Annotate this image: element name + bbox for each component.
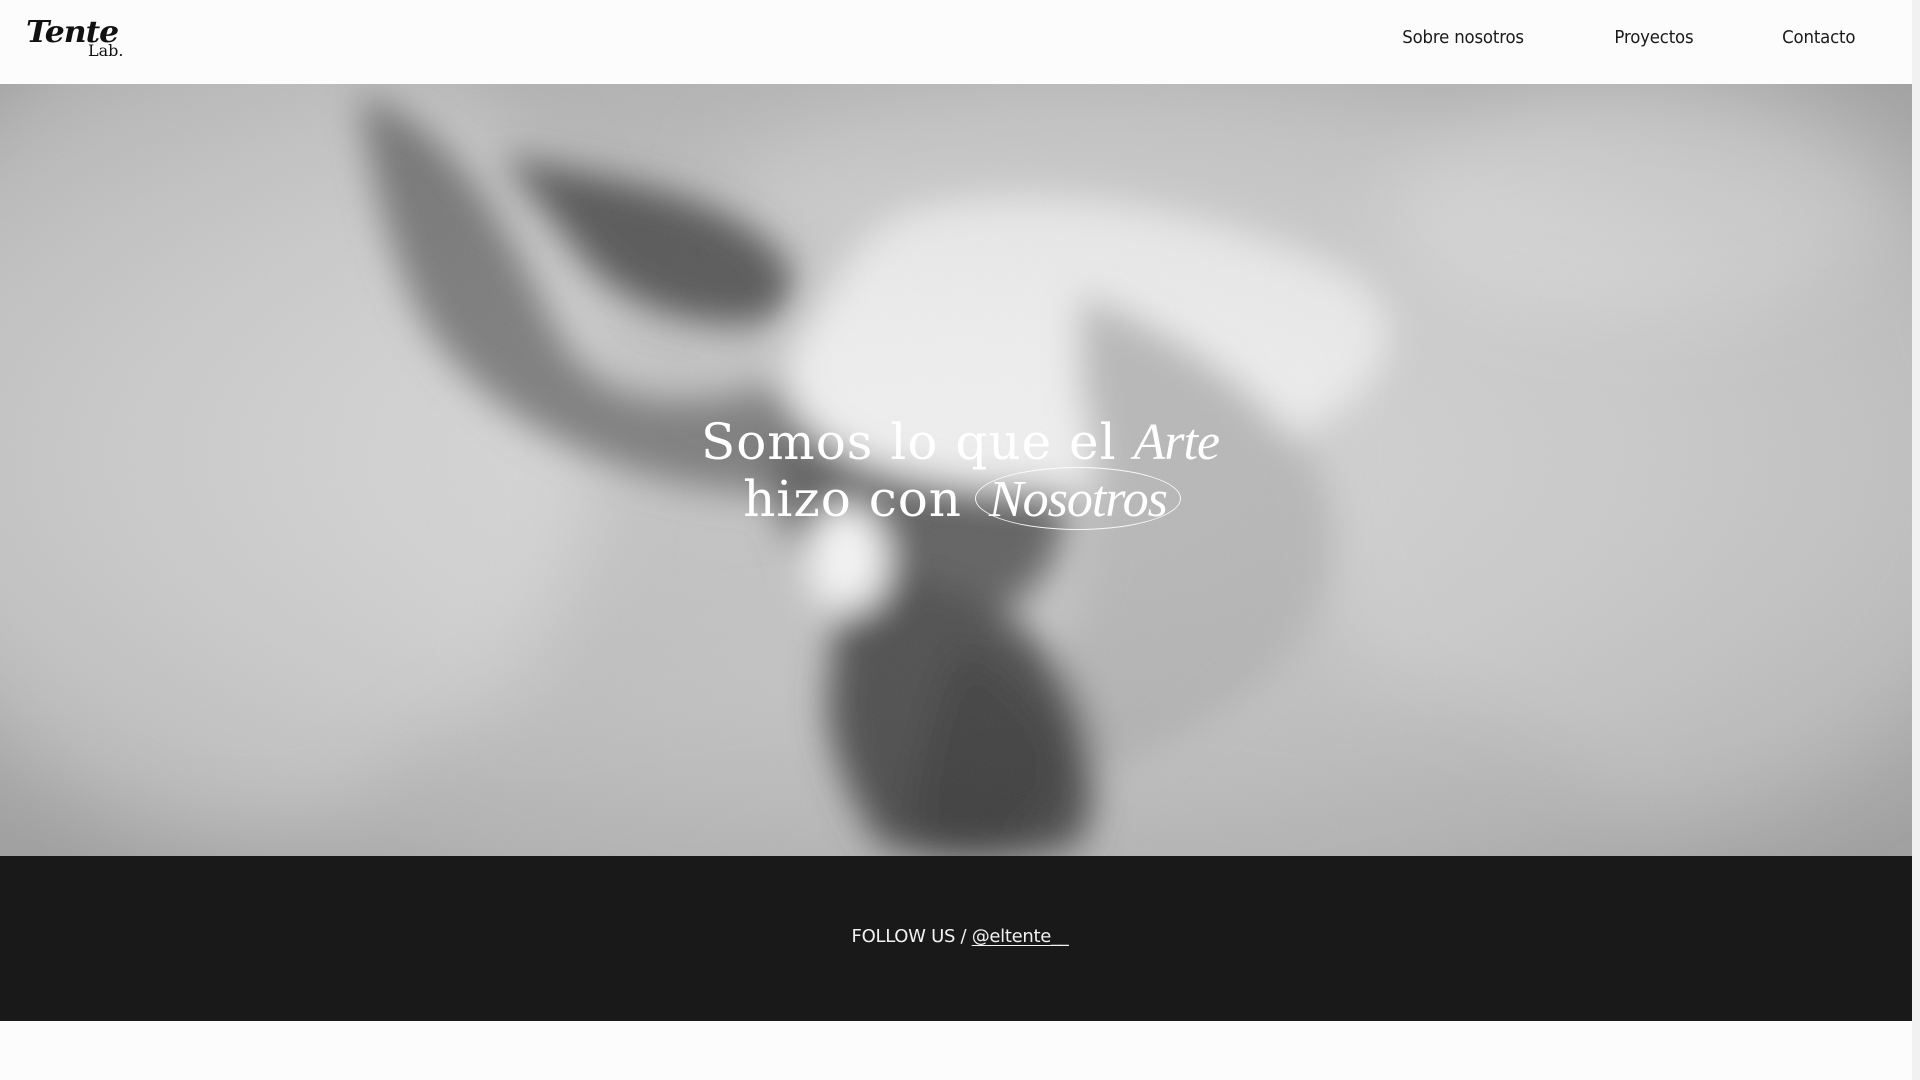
site-logo[interactable]: Tente Lab. [26, 18, 126, 64]
site-header: Tente Lab. Sobre nosotros Proyectos Cont… [0, 0, 1920, 84]
main-nav: Sobre nosotros Proyectos Contacto [1397, 27, 1858, 48]
follow-us-band: FOLLOW US / @eltente__ [0, 856, 1920, 1021]
nav-link-sobre-nosotros[interactable]: Sobre nosotros [1402, 27, 1524, 48]
hero-headline-line-1: Somos lo que el Arte [0, 414, 1920, 471]
instagram-handle-link[interactable]: @eltente__ [972, 926, 1069, 947]
bottom-strip [0, 1021, 1920, 1080]
hero-line-1-prefix: Somos lo que el [700, 413, 1134, 471]
scrollbar[interactable] [1912, 0, 1920, 1080]
nav-link-contacto[interactable]: Contacto [1782, 27, 1855, 48]
hero-oval-outline [974, 467, 1181, 530]
logo-subtitle: Lab. [88, 41, 124, 60]
hero-line-2-prefix: hizo con [743, 470, 979, 528]
hero-headline: Somos lo que el Arte hizo con Nosotros [0, 414, 1920, 530]
page: Tente Lab. Sobre nosotros Proyectos Cont… [0, 0, 1920, 1080]
follow-us-text: FOLLOW US / @eltente__ [0, 926, 1920, 948]
follow-us-label: FOLLOW US / [851, 926, 972, 947]
hero-oval-highlight: Nosotros [974, 467, 1181, 530]
hero-line-1-emphasis: Arte [1133, 414, 1221, 471]
hero-headline-line-2: hizo con Nosotros [0, 467, 1920, 530]
nav-link-proyectos[interactable]: Proyectos [1614, 27, 1693, 48]
hero-section: Somos lo que el Arte hizo con Nosotros [0, 84, 1920, 856]
